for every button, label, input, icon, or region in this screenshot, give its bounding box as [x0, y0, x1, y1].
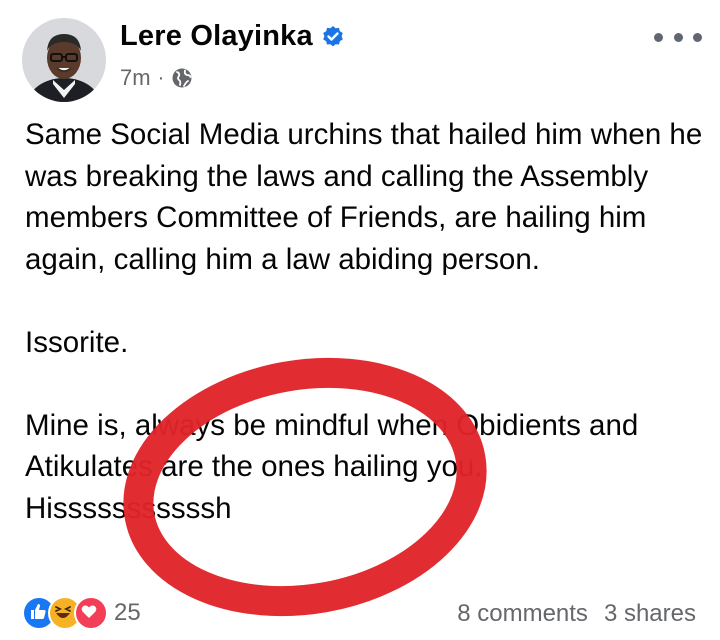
profile-photo [22, 18, 106, 102]
comments-link[interactable]: 8 comments [457, 600, 588, 628]
post-paragraph: Issorite. [25, 325, 129, 359]
post-footer: 25 8 comments 3 shares [0, 590, 720, 640]
author-row: Lere Olayinka [120, 20, 345, 53]
verified-badge-icon [321, 25, 345, 49]
engagement-counts: 8 comments 3 shares [457, 600, 696, 628]
globe-icon[interactable] [171, 67, 193, 89]
more-dot-icon [693, 32, 702, 42]
avatar[interactable] [22, 18, 106, 102]
post-paragraph: Same Social Media urchins that hailed hi… [25, 118, 703, 276]
love-icon [74, 596, 108, 630]
more-options-button[interactable] [654, 28, 702, 46]
reactions-summary[interactable]: 25 [22, 596, 141, 630]
post-meta: 7m · [120, 65, 193, 91]
meta-separator: · [157, 66, 165, 89]
reaction-count: 25 [114, 599, 141, 626]
post-timestamp[interactable]: 7m [120, 65, 151, 91]
more-dot-icon [654, 32, 663, 42]
post-text: Same Social Media urchins that hailed hi… [25, 114, 705, 529]
author-name[interactable]: Lere Olayinka [120, 20, 313, 53]
post-paragraph: Mine is, always be mindful when Obidient… [25, 408, 639, 525]
post-header: Lere Olayinka 7m · [0, 0, 720, 110]
more-dot-icon [673, 32, 683, 42]
shares-link[interactable]: 3 shares [604, 600, 696, 628]
